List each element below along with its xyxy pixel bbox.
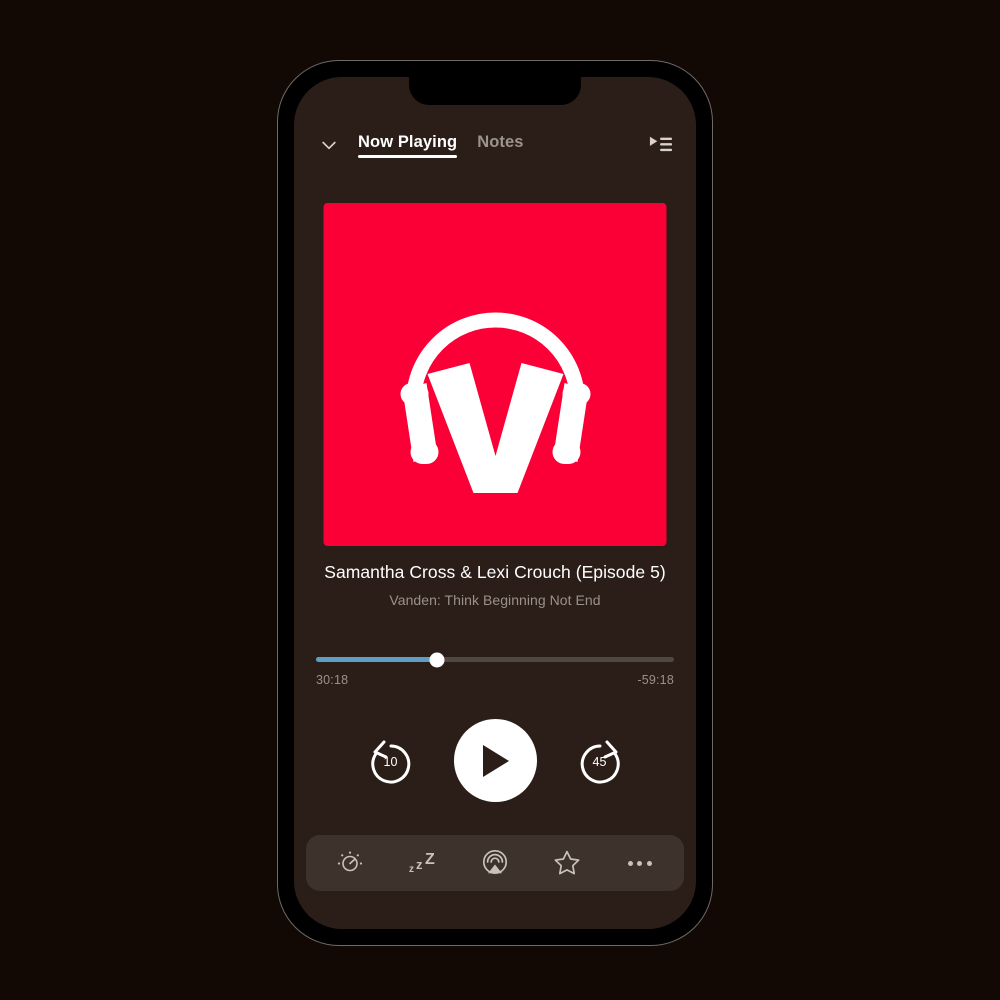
- star-icon: [554, 850, 580, 875]
- skip-back-seconds: 10: [383, 754, 398, 769]
- queue-button[interactable]: [648, 134, 674, 156]
- episode-title: Samantha Cross & Lexi Crouch (Episode 5): [324, 562, 666, 582]
- skip-forward-seconds: 45: [592, 754, 607, 769]
- show-title: Vanden: Think Beginning Not End: [389, 592, 601, 609]
- sleep-timer-button[interactable]: z z Z: [401, 841, 445, 885]
- player-header: Now Playing Notes: [294, 123, 696, 167]
- v-headphones-logo-icon: [400, 312, 590, 493]
- player-tabs: Now Playing Notes: [358, 133, 524, 158]
- progress-slider[interactable]: [316, 652, 674, 667]
- svg-text:z: z: [416, 857, 423, 872]
- playback-speed-icon: [338, 851, 363, 872]
- play-icon: [483, 744, 509, 777]
- podcast-artwork[interactable]: [323, 203, 667, 546]
- queue-list-icon: [649, 136, 673, 152]
- phone-frame: Now Playing Notes Samantha Cross & Lexi …: [277, 60, 713, 946]
- more-icon: [627, 860, 652, 866]
- sleep-timer-icon: z z Z: [409, 851, 435, 875]
- skip-back-button[interactable]: 10: [362, 732, 420, 790]
- tab-notes[interactable]: Notes: [477, 133, 523, 158]
- more-button[interactable]: [618, 841, 662, 885]
- airplay-button[interactable]: [473, 841, 517, 885]
- phone-screen: Now Playing Notes Samantha Cross & Lexi …: [294, 77, 696, 929]
- player-toolbar: z z Z: [306, 835, 684, 891]
- star-button[interactable]: [545, 841, 589, 885]
- progress-knob[interactable]: [429, 652, 445, 667]
- artwork-container: [323, 203, 667, 546]
- progress-fill: [316, 657, 437, 662]
- collapse-player-button[interactable]: [316, 132, 342, 158]
- chevron-down-icon: [322, 141, 336, 150]
- svg-text:Z: Z: [425, 851, 435, 868]
- skip-forward-button[interactable]: 45: [571, 732, 629, 790]
- remaining-time: -59:18: [637, 673, 674, 687]
- elapsed-time: 30:18: [316, 673, 349, 687]
- transport-controls: 10 45: [294, 719, 696, 802]
- phone-notch: [409, 77, 581, 105]
- playback-speed-button[interactable]: [328, 841, 372, 885]
- tab-now-playing[interactable]: Now Playing: [358, 133, 458, 158]
- time-labels: 30:18 -59:18: [316, 673, 674, 687]
- play-button[interactable]: [453, 719, 537, 802]
- airplay-icon: [482, 849, 508, 875]
- progress-block: 30:18 -59:18: [294, 652, 696, 687]
- track-meta: Samantha Cross & Lexi Crouch (Episode 5)…: [294, 561, 696, 608]
- svg-text:z: z: [409, 864, 414, 875]
- screenshot-root: Now Playing Notes Samantha Cross & Lexi …: [0, 0, 1000, 1000]
